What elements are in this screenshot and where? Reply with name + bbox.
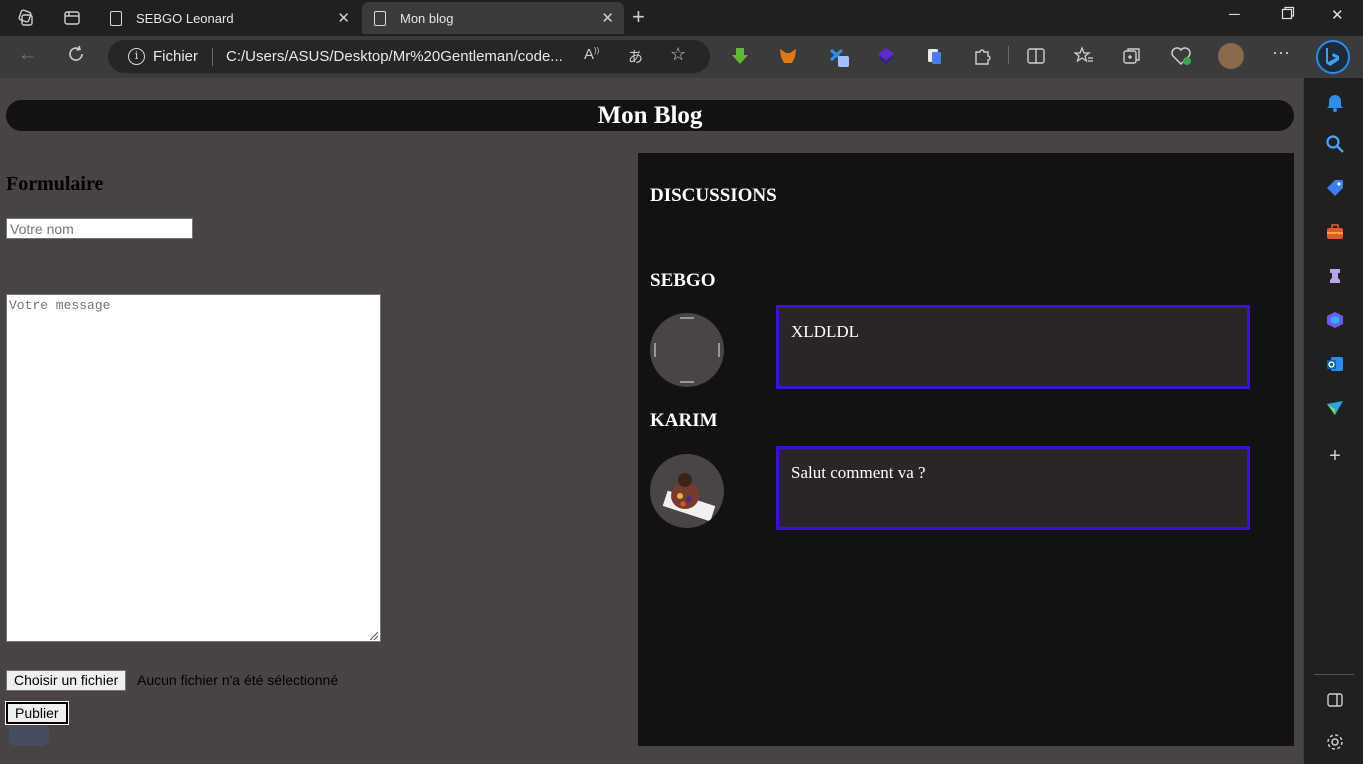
page-viewport: Mon Blog Formulaire Choisir un fichier A… — [0, 78, 1303, 764]
publish-button[interactable]: Publier — [5, 701, 69, 725]
outlook-icon[interactable] — [1325, 354, 1345, 374]
minimize-icon[interactable]: ─ — [1229, 6, 1240, 23]
copy-extension-icon[interactable] — [924, 46, 944, 66]
shopping-tag-icon[interactable] — [1325, 178, 1345, 198]
read-aloud-icon[interactable]: A)) — [584, 46, 599, 63]
split-screen-icon[interactable] — [1026, 46, 1046, 66]
layers-extension-icon[interactable] — [876, 46, 896, 66]
tab-title: SEBGO Leonard — [136, 10, 234, 26]
document-icon — [110, 10, 122, 26]
tab-actions-icon[interactable] — [60, 6, 84, 30]
add-sidebar-app-icon[interactable]: + — [1325, 446, 1345, 466]
post-author: SEBGO — [650, 270, 716, 291]
drop-send-icon[interactable] — [1325, 398, 1345, 418]
avatar-photo — [650, 454, 724, 528]
favorites-icon[interactable] — [1073, 46, 1094, 66]
translate-icon[interactable]: あ — [628, 46, 643, 67]
tools-briefcase-icon[interactable] — [1325, 222, 1345, 242]
message-textarea[interactable] — [6, 294, 381, 642]
workspaces-icon[interactable] — [14, 6, 38, 30]
address-scheme-label: Fichier — [153, 48, 199, 65]
extensions-puzzle-icon[interactable] — [972, 46, 992, 66]
close-tab-icon[interactable]: ✕ — [337, 9, 350, 27]
post-author: KARIM — [650, 410, 718, 431]
address-url[interactable]: C:/Users/ASUS/Desktop/Mr%20Gentleman/cod… — [226, 48, 563, 65]
tab-mon-blog[interactable]: Mon blog ✕ — [362, 2, 624, 34]
refresh-icon[interactable] — [66, 44, 86, 70]
site-info-icon[interactable]: i — [128, 48, 145, 65]
browser-toolbar: ← i Fichier C:/Users/ASUS/Desktop/Mr%20G… — [0, 36, 1363, 78]
collections-icon[interactable] — [1122, 46, 1142, 66]
form-title: Formulaire — [6, 173, 104, 195]
hide-sidebar-icon[interactable] — [1325, 690, 1345, 710]
favorite-star-icon[interactable]: ☆ — [670, 44, 686, 65]
close-tab-icon[interactable]: ✕ — [601, 9, 614, 27]
vscode-extension-icon[interactable] — [828, 46, 849, 67]
choose-file-button[interactable]: Choisir un fichier — [6, 670, 127, 691]
back-icon[interactable]: ← — [18, 44, 37, 66]
microsoft-365-icon[interactable] — [1325, 310, 1345, 330]
browser-essentials-icon[interactable] — [1170, 46, 1191, 66]
resize-grip-icon[interactable] — [368, 630, 378, 640]
avatar-broken-image — [650, 313, 724, 387]
discussions-title: DISCUSSIONS — [650, 185, 777, 206]
tab-sebgo-leonard[interactable]: SEBGO Leonard ✕ — [98, 2, 360, 34]
toolbar-divider — [1008, 46, 1009, 64]
blog-header: Mon Blog — [6, 100, 1294, 131]
metamask-icon[interactable] — [778, 46, 798, 66]
notifications-bell-icon[interactable] — [1325, 92, 1345, 112]
discussion-panel: DISCUSSIONS SEBGO XLDLDL KARIM Salut com… — [638, 153, 1294, 746]
address-divider — [212, 48, 213, 66]
message-bubble: XLDLDL — [776, 305, 1250, 389]
name-input[interactable] — [6, 218, 193, 239]
restore-icon[interactable] — [1281, 6, 1295, 24]
more-menu-icon[interactable]: ··· — [1272, 42, 1292, 62]
download-extension-icon[interactable] — [730, 46, 750, 66]
address-bar[interactable]: i Fichier C:/Users/ASUS/Desktop/Mr%20Gen… — [108, 40, 710, 73]
sidebar-divider — [1314, 674, 1354, 675]
document-icon — [374, 10, 386, 26]
games-chess-icon[interactable] — [1325, 266, 1345, 286]
profile-avatar[interactable] — [1218, 43, 1244, 69]
close-window-icon[interactable]: ✕ — [1331, 6, 1344, 24]
tab-title: Mon blog — [400, 10, 454, 26]
tab-bar: SEBGO Leonard ✕ Mon blog ✕ + ─ ✕ — [0, 0, 1363, 36]
file-status-text: Aucun fichier n'a été sélectionné — [137, 672, 339, 688]
message-bubble: Salut comment va ? — [776, 446, 1250, 530]
copilot-bing-icon[interactable] — [1316, 40, 1350, 74]
sidebar-settings-gear-icon[interactable] — [1325, 732, 1345, 752]
edge-sidebar: + — [1303, 78, 1363, 764]
search-icon[interactable] — [1325, 134, 1345, 154]
new-tab-icon[interactable]: + — [632, 4, 645, 30]
